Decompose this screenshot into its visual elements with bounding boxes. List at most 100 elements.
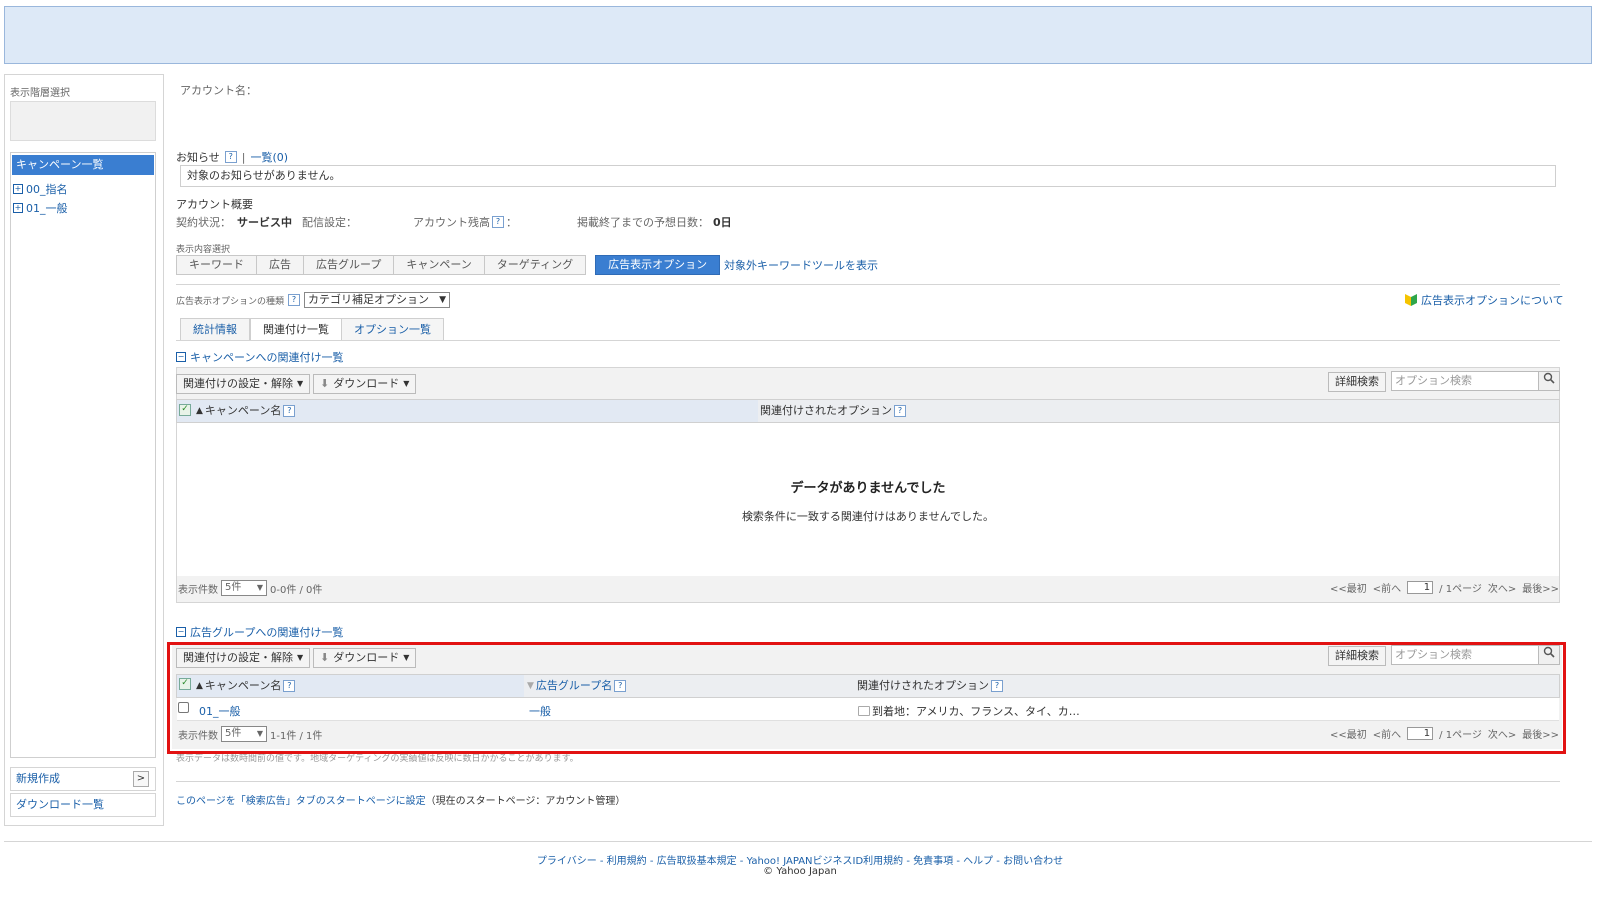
campaign-pager: <<最初 <前へ 1 / 1ページ 次へ> 最後>> <box>1330 580 1559 595</box>
help-icon[interactable]: ? <box>492 216 504 228</box>
hierarchy-select-title: 表示階層選択 <box>10 88 70 99</box>
top-banner <box>4 6 1592 64</box>
subtab-associations[interactable]: 関連付け一覧 <box>250 318 342 341</box>
count-label: 表示件数 <box>178 584 218 596</box>
set-start-page-link[interactable]: このページを「検索広告」タブのスタートページに設定 <box>176 796 426 807</box>
sort-asc-icon: ▲ <box>196 406 203 416</box>
download-label: ダウンロード <box>333 377 400 390</box>
campaign-name-column[interactable]: ▲ キャンペーン名 ? <box>196 400 296 422</box>
tab-ad[interactable]: 広告 <box>256 255 304 275</box>
about-extensions-link[interactable]: 広告表示オプションについて <box>1404 292 1564 308</box>
tree-item-label[interactable]: 01_一般 <box>26 200 68 216</box>
start-page-row: このページを「検索広告」タブのスタートページに設定（現在のスタートページ：アカウ… <box>176 792 625 807</box>
contract-value: サービス中 <box>237 216 292 229</box>
pager-first[interactable]: <<最初 <box>1330 580 1367 595</box>
campaign-option-search-input[interactable]: オプション検索 <box>1391 371 1539 391</box>
days-label: 掲載終了までの予想日数： <box>577 216 709 229</box>
tab-adgroup[interactable]: 広告グループ <box>303 255 395 275</box>
range-text: 0-0件 / 0件 <box>270 584 323 596</box>
about-extensions-label[interactable]: 広告表示オプションについて <box>1421 292 1564 308</box>
pager-last[interactable]: 最後>> <box>1522 580 1559 595</box>
help-icon[interactable]: ? <box>224 151 237 163</box>
select-all-checkbox[interactable]: ✓ <box>179 404 191 416</box>
beginner-mark-icon <box>1405 294 1417 306</box>
pager-next[interactable]: 次へ> <box>1488 580 1516 595</box>
notice-list-link[interactable]: 一覧(0) <box>251 149 289 165</box>
option-type-row: 広告表示オプションの種類 ? カテゴリ補足オプション ▼ <box>176 292 451 308</box>
account-name-label: アカウント名： <box>180 84 257 97</box>
highlight-box <box>167 642 1566 754</box>
caret-down-icon: ▼ <box>403 379 410 388</box>
hierarchy-select-box[interactable] <box>10 101 156 141</box>
notice-message: 対象のお知らせがありません。 <box>180 165 1556 187</box>
expand-icon[interactable]: + <box>13 184 23 194</box>
adgroup-section-title[interactable]: − 広告グループへの関連付け一覧 <box>176 624 343 640</box>
campaign-section-label[interactable]: キャンペーンへの関連付け一覧 <box>190 349 343 365</box>
help-icon[interactable]: ? <box>894 405 906 417</box>
help-icon[interactable]: ? <box>288 294 301 306</box>
page-number-input[interactable]: 1 <box>1407 581 1434 594</box>
associated-option-column: 関連付けされたオプション ? <box>760 400 906 422</box>
new-create-label[interactable]: 新規作成 <box>16 772 60 785</box>
expand-icon[interactable]: + <box>13 203 23 213</box>
page-size-value: 5件 <box>225 582 242 593</box>
display-select-label: 表示内容選択 <box>176 245 231 255</box>
divider <box>176 340 1560 341</box>
search-icon[interactable] <box>1538 371 1560 391</box>
notice-header: お知らせ ? | 一覧(0) <box>176 149 288 165</box>
pager-total: / 1ページ <box>1439 584 1482 595</box>
days-value: 0日 <box>713 216 732 229</box>
adgroup-section-label[interactable]: 広告グループへの関連付け一覧 <box>190 624 343 640</box>
download-icon: ⬇ <box>320 377 330 390</box>
option-type-label: 広告表示オプションの種類 <box>176 296 285 307</box>
pager-prev[interactable]: <前へ <box>1373 580 1401 595</box>
page-size-select[interactable]: 5件 ▼ <box>221 580 267 596</box>
balance-colon: ： <box>506 216 517 229</box>
divider <box>176 781 1560 782</box>
excluded-keyword-tool-link[interactable]: 対象外キーワードツールを表示 <box>724 257 878 273</box>
campaign-detail-search-button[interactable]: 詳細検索 <box>1328 372 1386 392</box>
download-list-link[interactable]: ダウンロード一覧 <box>10 793 156 817</box>
caret-down-icon: ▼ <box>297 379 304 388</box>
contract-label: 契約状況： <box>176 216 231 229</box>
campaign-section-title[interactable]: − キャンペーンへの関連付け一覧 <box>176 349 343 365</box>
tab-campaign[interactable]: キャンペーン <box>393 255 485 275</box>
option-type-select[interactable]: カテゴリ補足オプション ▼ <box>304 292 451 308</box>
campaign-empty-area <box>177 423 1559 576</box>
chevron-down-icon: ▼ <box>256 583 263 592</box>
campaign-set-association-button[interactable]: 関連付けの設定・解除 ▼ <box>176 374 311 394</box>
tab-keyword[interactable]: キーワード <box>176 255 257 275</box>
chevron-right-icon[interactable]: > <box>133 771 149 787</box>
tab-ad-extensions[interactable]: 広告表示オプション <box>595 255 721 275</box>
copyright: © Yahoo Japan <box>763 866 837 877</box>
divider <box>4 841 1592 842</box>
collapse-icon[interactable]: − <box>176 352 186 362</box>
campaign-page-size-row: 表示件数 5件 ▼ 0-0件 / 0件 <box>178 580 322 596</box>
tree-item-00[interactable]: + 00_指名 <box>13 181 68 197</box>
tab-targeting[interactable]: ターゲティング <box>483 255 587 275</box>
notice-label: お知らせ <box>176 151 220 164</box>
chevron-down-icon: ▼ <box>439 295 447 305</box>
subtab-stats[interactable]: 統計情報 <box>180 318 250 340</box>
set-association-label: 関連付けの設定・解除 <box>183 377 293 390</box>
empty-title: データがありませんでした <box>790 481 946 496</box>
campaign-list-header[interactable]: キャンペーン一覧 <box>12 155 154 175</box>
subtab-options[interactable]: オプション一覧 <box>341 318 444 340</box>
balance-label: アカウント残高 <box>413 216 490 229</box>
current-start-page: （現在のスタートページ：アカウント管理） <box>425 796 626 807</box>
footer-links[interactable]: プライバシー - 利用規約 - 広告取扱基本規定 - Yahoo! JAPANビ… <box>0 852 1600 867</box>
campaign-download-button[interactable]: ⬇ ダウンロード ▼ <box>313 374 417 394</box>
delivery-label: 配信設定： <box>302 216 357 229</box>
empty-description: 検索条件に一致する関連付けはありませんでした。 <box>741 510 995 523</box>
campaign-tree <box>10 152 156 758</box>
collapse-icon[interactable]: − <box>176 627 186 637</box>
help-icon[interactable]: ? <box>283 405 296 417</box>
divider: | <box>241 150 246 164</box>
option-type-selected: カテゴリ補足オプション <box>308 293 430 306</box>
new-create-link[interactable]: 新規作成 > <box>10 767 156 791</box>
summary-title: アカウント概要 <box>176 198 253 211</box>
tree-item-01[interactable]: + 01_一般 <box>13 200 68 216</box>
campaign-name-header[interactable]: キャンペーン名 <box>205 400 281 422</box>
tree-item-label[interactable]: 00_指名 <box>26 181 68 197</box>
associated-option-header: 関連付けされたオプション <box>760 404 892 417</box>
